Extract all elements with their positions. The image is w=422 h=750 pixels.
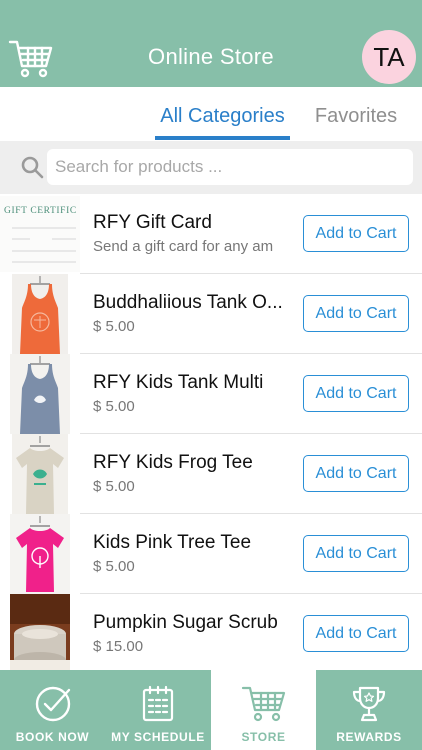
list-item[interactable]: Kids Pink Tree Tee $ 5.00 Add to Cart xyxy=(0,514,422,594)
product-name: Kids Pink Tree Tee xyxy=(93,532,252,553)
product-description: Send a gift card for any am xyxy=(93,238,274,255)
nav-store[interactable]: STORE xyxy=(211,670,316,750)
active-tab-indicator xyxy=(155,136,290,140)
product-name: Buddhaliious Tank O... xyxy=(93,292,283,313)
check-circle-icon xyxy=(35,686,70,722)
nav-label: STORE xyxy=(241,730,286,744)
list-item[interactable]: Pumpkin Sugar Scrub $ 15.00 Add to Cart xyxy=(0,594,422,670)
scrub-jar-image xyxy=(0,594,80,670)
search-input[interactable] xyxy=(47,149,413,185)
gift-certificate-image: GIFT CERTIFIC xyxy=(0,194,80,274)
beige-tee-image xyxy=(0,434,80,514)
category-tabs: All Categories Favorites xyxy=(0,87,422,141)
orange-tank-top-image xyxy=(0,274,80,354)
product-price: $ 5.00 xyxy=(93,558,135,575)
nav-book-now[interactable]: BOOK NOW xyxy=(0,670,105,750)
gift-certificate-text: GIFT CERTIFIC xyxy=(4,206,77,216)
product-list: GIFT CERTIFIC RFY Gift Card Send a gift … xyxy=(0,194,422,670)
product-name: RFY Kids Frog Tee xyxy=(93,452,253,473)
nav-my-schedule[interactable]: MY SCHEDULE xyxy=(105,670,211,750)
product-name: Pumpkin Sugar Scrub xyxy=(93,612,278,633)
list-item[interactable]: Buddhaliious Tank O... $ 5.00 Add to Car… xyxy=(0,274,422,354)
product-price: $ 5.00 xyxy=(93,398,135,415)
trophy-icon xyxy=(352,686,386,722)
blue-tank-top-image xyxy=(0,354,80,434)
list-item[interactable]: RFY Kids Frog Tee $ 5.00 Add to Cart xyxy=(0,434,422,514)
list-item[interactable]: GIFT CERTIFIC RFY Gift Card Send a gift … xyxy=(0,194,422,274)
search-bar xyxy=(0,141,422,194)
add-to-cart-button[interactable]: Add to Cart xyxy=(303,535,409,572)
pink-tee-image xyxy=(0,514,80,594)
nav-label: BOOK NOW xyxy=(15,730,90,744)
page-title: Online Store xyxy=(148,44,274,69)
product-price: $ 5.00 xyxy=(93,318,135,335)
add-to-cart-button[interactable]: Add to Cart xyxy=(303,295,409,332)
add-to-cart-button[interactable]: Add to Cart xyxy=(303,375,409,412)
add-to-cart-button[interactable]: Add to Cart xyxy=(303,215,409,252)
calendar-icon xyxy=(142,685,174,722)
app-header: Online Store TA xyxy=(0,0,422,87)
product-price: $ 5.00 xyxy=(93,478,135,495)
add-to-cart-button[interactable]: Add to Cart xyxy=(303,615,409,652)
search-icon xyxy=(21,156,44,179)
cart-icon xyxy=(241,686,285,722)
product-price: $ 15.00 xyxy=(93,638,144,655)
nav-label: REWARDS xyxy=(336,730,402,744)
product-name: RFY Kids Tank Multi xyxy=(93,372,264,393)
bottom-tab-bar: BOOK NOW MY SCHEDULE STORE REWARDS xyxy=(0,670,422,750)
avatar[interactable]: TA xyxy=(362,30,416,84)
tab-all-categories[interactable]: All Categories xyxy=(155,105,290,128)
add-to-cart-button[interactable]: Add to Cart xyxy=(303,455,409,492)
nav-rewards[interactable]: REWARDS xyxy=(316,670,422,750)
list-item[interactable]: RFY Kids Tank Multi $ 5.00 Add to Cart xyxy=(0,354,422,434)
nav-label: MY SCHEDULE xyxy=(111,730,205,744)
product-name: RFY Gift Card xyxy=(93,212,212,233)
tab-favorites[interactable]: Favorites xyxy=(308,105,404,128)
